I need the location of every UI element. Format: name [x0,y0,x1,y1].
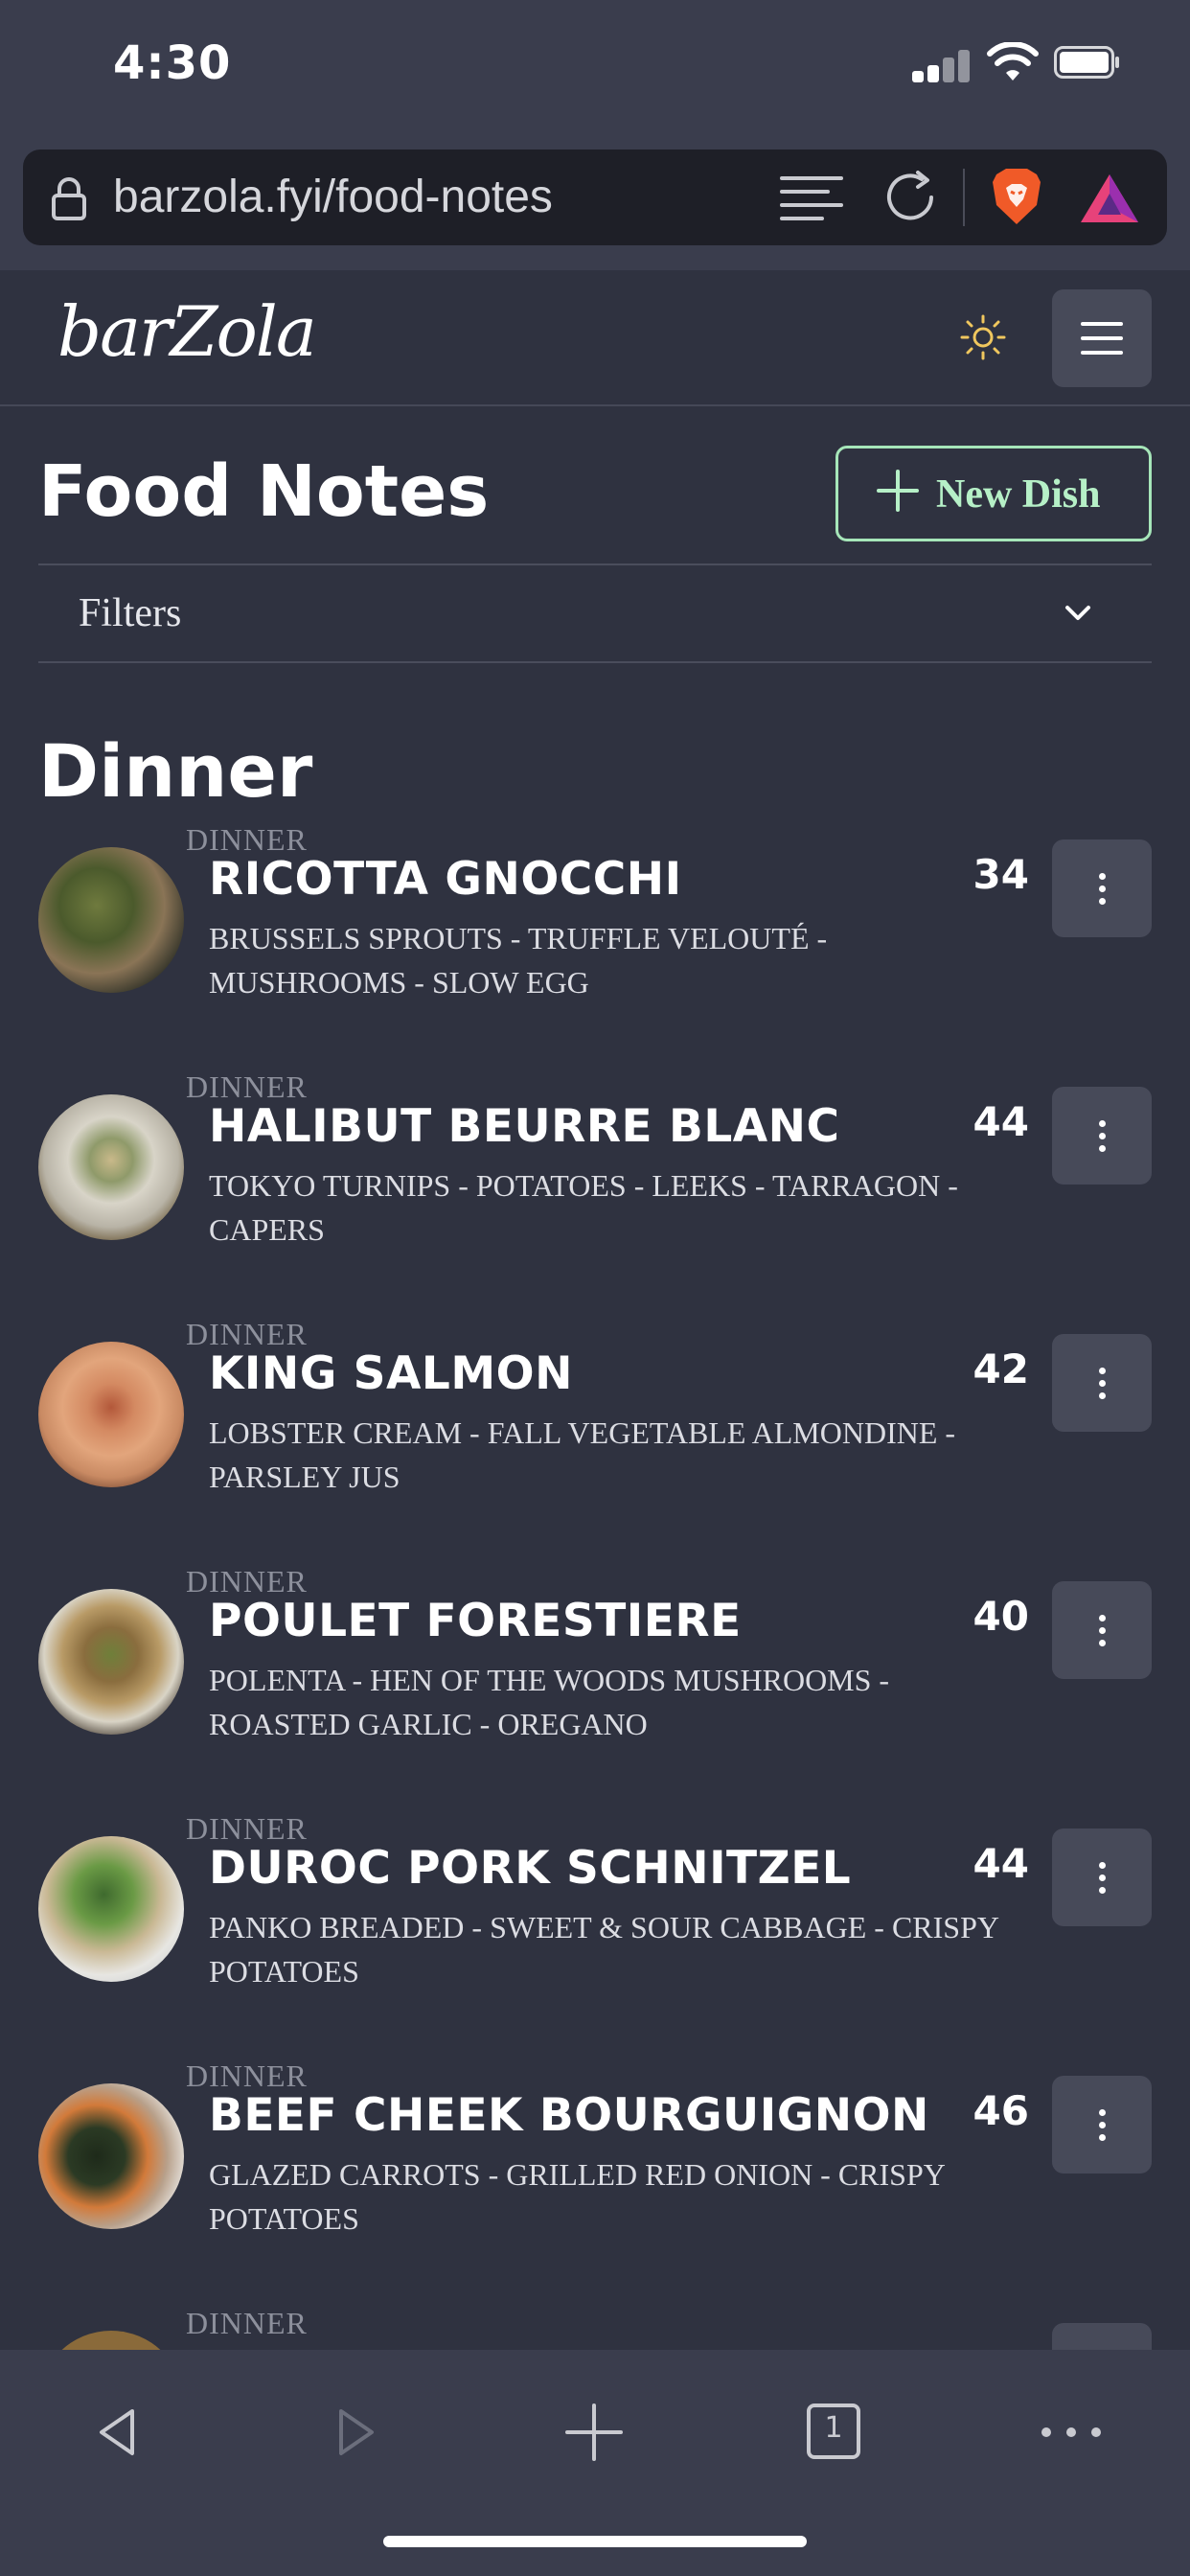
dish-price: 42 [973,1346,1029,1392]
tabs-button[interactable]: 1 [799,2398,868,2467]
dish-photo [38,1094,184,1240]
more-options-button[interactable] [1052,1581,1152,1679]
dish-description: POLENTA - HEN OF THE WOODS MUSHROOMS - R… [209,1663,890,1741]
more-options-button[interactable] [1052,2323,1152,2350]
site-header: barZola [0,270,1190,406]
page-title: Food Notes [38,450,490,533]
address-bar-divider [963,169,965,226]
dish-item[interactable]: DINNER RICOTTA GNOCCHI 34 BRUSSELS SPROU… [0,822,1190,1070]
dish-description: PANKO BREADED - SWEET & SOUR CABBAGE - C… [209,1910,998,1989]
dish-description: BRUSSELS SPROUTS - TRUFFLE VELOUTÉ - MUS… [209,921,828,1000]
back-icon[interactable] [84,2398,153,2467]
url-text[interactable]: barzola.fyi/food-notes [113,171,553,223]
new-dish-button[interactable]: New Dish [835,446,1152,541]
dish-item[interactable]: DINNER DUROC PORK SCHNITZEL 44 PANKO BRE… [0,1811,1190,2058]
dish-item[interactable]: DINNER POULET FORESTIERE 40 POLENTA - HE… [0,1564,1190,1811]
dish-photo [38,1836,184,1982]
dish-price: 34 [973,851,1029,898]
more-options-button[interactable] [1052,1334,1152,1432]
battery-icon [1054,46,1119,79]
dish-price: 40 [973,1593,1029,1640]
lock-icon [52,177,86,220]
reload-icon[interactable] [883,171,941,224]
plus-icon [877,470,919,512]
section-title-dinner: Dinner [38,728,313,814]
more-options-button[interactable] [1052,2076,1152,2174]
dish-item[interactable]: DINNER KING SALMON 42 LOBSTER CREAM - FA… [0,1317,1190,1564]
dish-price: 46 [973,2087,1029,2134]
dish-photo [38,847,184,993]
wifi-icon [987,42,1039,80]
dish-description: TOKYO TURNIPS - POTATOES - LEEKS - TARRA… [209,1168,958,1247]
dish-item[interactable]: DINNER HALIBUT BEURRE BLANC 44 TOKYO TUR… [0,1070,1190,1317]
more-menu-icon[interactable] [1037,2398,1106,2467]
dish-photo [38,1342,184,1487]
browser-address-area: barzola.fyi/food-notes [0,134,1190,270]
dish-name: HALIBUT BEURRE BLANC [209,1100,840,1153]
new-tab-plus-icon[interactable] [560,2398,629,2467]
dish-item[interactable]: DINNER [0,2306,1190,2350]
dish-description: LOBSTER CREAM - FALL VEGETABLE ALMONDINE… [209,1415,956,1494]
barzola-logo[interactable]: barZola [57,291,317,372]
hamburger-menu-button[interactable] [1052,289,1152,387]
dish-name: KING SALMON [209,1347,573,1400]
brave-shields-icon[interactable] [989,167,1044,226]
dish-name: DUROC PORK SCHNITZEL [209,1842,852,1895]
reader-mode-icon[interactable] [780,174,845,222]
dish-description: GLAZED CARROTS - GRILLED RED ONION - CRI… [209,2157,945,2236]
filters-toggle[interactable]: Filters [38,564,1152,663]
home-indicator [383,2536,807,2547]
status-time: 4:30 [113,36,232,90]
tab-count: 1 [824,2411,843,2445]
more-options-button[interactable] [1052,1828,1152,1926]
dish-price: 44 [973,1098,1029,1145]
chevron-down-icon [1065,606,1090,620]
filters-label: Filters [79,591,182,635]
more-options-button[interactable] [1052,840,1152,937]
dish-name: BEEF CHEEK BOURGUIGNON [209,2089,929,2142]
sun-theme-toggle-icon[interactable] [960,314,1006,360]
brave-rewards-icon[interactable] [1079,172,1140,224]
dish-photo [38,2083,184,2229]
dish-item[interactable]: DINNER BEEF CHEEK BOURGUIGNON 46 GLAZED … [0,2058,1190,2306]
cellular-signal-icon [912,48,970,82]
dish-name: POULET FORESTIERE [209,1595,742,1647]
dish-photo [38,2331,184,2350]
address-bar[interactable]: barzola.fyi/food-notes [23,150,1167,245]
dish-photo [38,1589,184,1735]
new-dish-label: New Dish [936,472,1101,517]
more-options-button[interactable] [1052,1087,1152,1184]
dish-category: DINNER [186,2306,308,2340]
status-bar: 4:30 [0,0,1190,134]
forward-icon[interactable] [320,2398,389,2467]
dish-price: 44 [973,1840,1029,1887]
dish-name: RICOTTA GNOCCHI [209,853,682,906]
